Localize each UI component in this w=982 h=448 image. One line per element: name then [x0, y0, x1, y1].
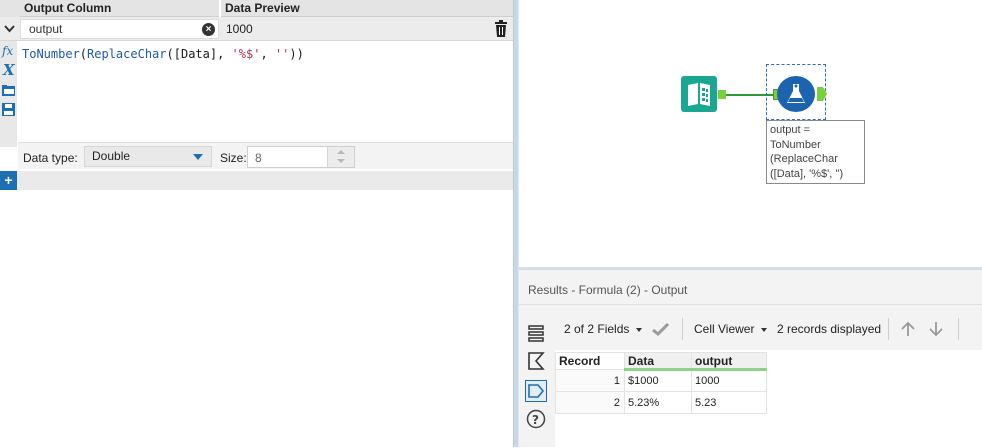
records-count: 2 records displayed — [777, 322, 882, 336]
expr-punct-2: ([Data], — [166, 47, 232, 61]
table-row[interactable]: 2 5.23% 5.23 — [555, 391, 767, 414]
output-cell[interactable]: 1000 — [691, 369, 767, 392]
data-preview-value: 1000 — [226, 22, 253, 36]
size-input[interactable]: 8 — [247, 146, 355, 168]
arrow-up-icon[interactable] — [900, 321, 916, 340]
svg-text:?: ? — [532, 413, 539, 427]
output-cell[interactable]: 5.23 — [691, 391, 767, 414]
record-number-cell[interactable]: 1 — [555, 369, 625, 392]
arrow-down-icon[interactable] — [928, 321, 944, 340]
expr-function-replacechar: ReplaceChar — [87, 47, 167, 61]
workflow-canvas[interactable]: output = ToNumber (ReplaceChar ([Data], … — [519, 0, 982, 267]
expression-toolstrip: fx X — [0, 41, 17, 147]
expression-text[interactable]: ToNumber(ReplaceChar([Data], '%$', '')) — [22, 47, 304, 61]
results-grid[interactable]: Record Data output 1 $1000 1000 2 5.23% … — [555, 350, 982, 447]
annotation-line: (ReplaceChar — [770, 153, 838, 165]
output-anchor[interactable] — [718, 90, 726, 99]
variable-icon[interactable]: X — [1, 62, 16, 77]
list-icon[interactable] — [525, 322, 547, 344]
data-type-value: Double — [92, 149, 131, 163]
svg-text:X: X — [2, 62, 16, 77]
add-formula-bar: + — [0, 171, 513, 190]
stepper-up-icon[interactable] — [337, 150, 345, 154]
column-header-record[interactable]: Record — [555, 352, 625, 370]
checkmark-icon[interactable] — [652, 322, 670, 339]
formula-row[interactable]: × 1000 — [0, 17, 513, 41]
column-header-data[interactable]: Data — [624, 352, 692, 371]
toolbar-separator — [888, 318, 889, 340]
fields-selector[interactable]: 2 of 2 Fields — [564, 322, 629, 336]
header-corner — [0, 0, 20, 17]
results-title: Results - Formula (2) - Output — [528, 283, 688, 297]
expr-string-1: '%$' — [231, 47, 261, 61]
size-label: Size: — [220, 151, 247, 165]
open-folder-icon[interactable] — [1, 83, 16, 98]
output-column-field[interactable]: × — [20, 19, 219, 39]
record-number-cell[interactable]: 2 — [555, 391, 625, 414]
expr-function-tonumber: ToNumber — [22, 47, 80, 61]
divider — [519, 304, 982, 305]
data-cell[interactable]: $1000 — [624, 369, 692, 392]
column-header-output[interactable]: output — [691, 352, 767, 371]
formula-tool-icon[interactable] — [777, 76, 815, 112]
add-formula-button[interactable]: + — [0, 171, 17, 190]
chevron-down-icon[interactable] — [0, 17, 19, 41]
results-sidebar: ? — [523, 308, 549, 448]
output-column-input[interactable] — [21, 20, 191, 38]
caret-down-icon[interactable] — [761, 328, 767, 332]
data-type-bar: Data type: Double Size: 8 — [18, 142, 513, 169]
annotation-line: output = — [770, 124, 811, 136]
annotation-line: ToNumber — [770, 138, 821, 151]
results-window: Results - Formula (2) - Output ? 2 of 2 … — [519, 267, 982, 447]
data-preview-header: Data Preview — [221, 0, 513, 17]
data-cell[interactable]: 5.23% — [624, 391, 692, 414]
cell-viewer-selector[interactable]: Cell Viewer — [694, 322, 754, 336]
expr-string-2: '' — [274, 47, 290, 61]
dropdown-arrow-icon — [193, 154, 203, 160]
table-row[interactable]: 1 $1000 1000 — [555, 369, 767, 392]
results-toolbar: 2 of 2 Fields Cell Viewer 2 records disp… — [555, 314, 982, 344]
input-data-tool-icon[interactable] — [681, 76, 717, 112]
svg-text:fx: fx — [1, 44, 13, 58]
output-column-header: Output Column — [20, 0, 219, 17]
help-icon[interactable]: ? — [525, 408, 547, 430]
toolbar-separator — [958, 318, 959, 340]
tool-annotation: output = ToNumber (ReplaceChar ([Data], … — [766, 120, 865, 184]
stepper-down-icon[interactable] — [337, 159, 345, 163]
trash-icon[interactable] — [493, 20, 509, 38]
function-icon[interactable]: fx — [1, 43, 16, 58]
data-type-select[interactable]: Double — [84, 146, 212, 167]
data-type-label: Data type: — [23, 151, 78, 165]
annotation-line: ([Data], '%$', '') — [770, 167, 844, 180]
summary-sigma-icon[interactable] — [525, 350, 547, 372]
expr-punct-4: )) — [289, 47, 304, 61]
save-icon[interactable] — [1, 102, 16, 117]
clear-icon[interactable]: × — [202, 23, 215, 36]
formula-config-panel: Output Column Data Preview × 1000 fx X — [0, 0, 513, 447]
size-value: 8 — [255, 151, 262, 165]
expression-editor[interactable]: ToNumber(ReplaceChar([Data], '%$', '')) — [18, 41, 513, 144]
toolbar-separator — [682, 318, 683, 340]
expr-punct-1: ( — [79, 47, 88, 61]
results-table[interactable]: Record Data output 1 $1000 1000 2 5.23% … — [555, 352, 767, 414]
expr-punct-3: , — [260, 47, 275, 61]
caret-down-icon[interactable] — [636, 328, 642, 332]
size-stepper[interactable] — [327, 147, 354, 167]
table-header-row: Record Data output — [555, 352, 767, 371]
output-tag-icon[interactable] — [525, 380, 547, 402]
